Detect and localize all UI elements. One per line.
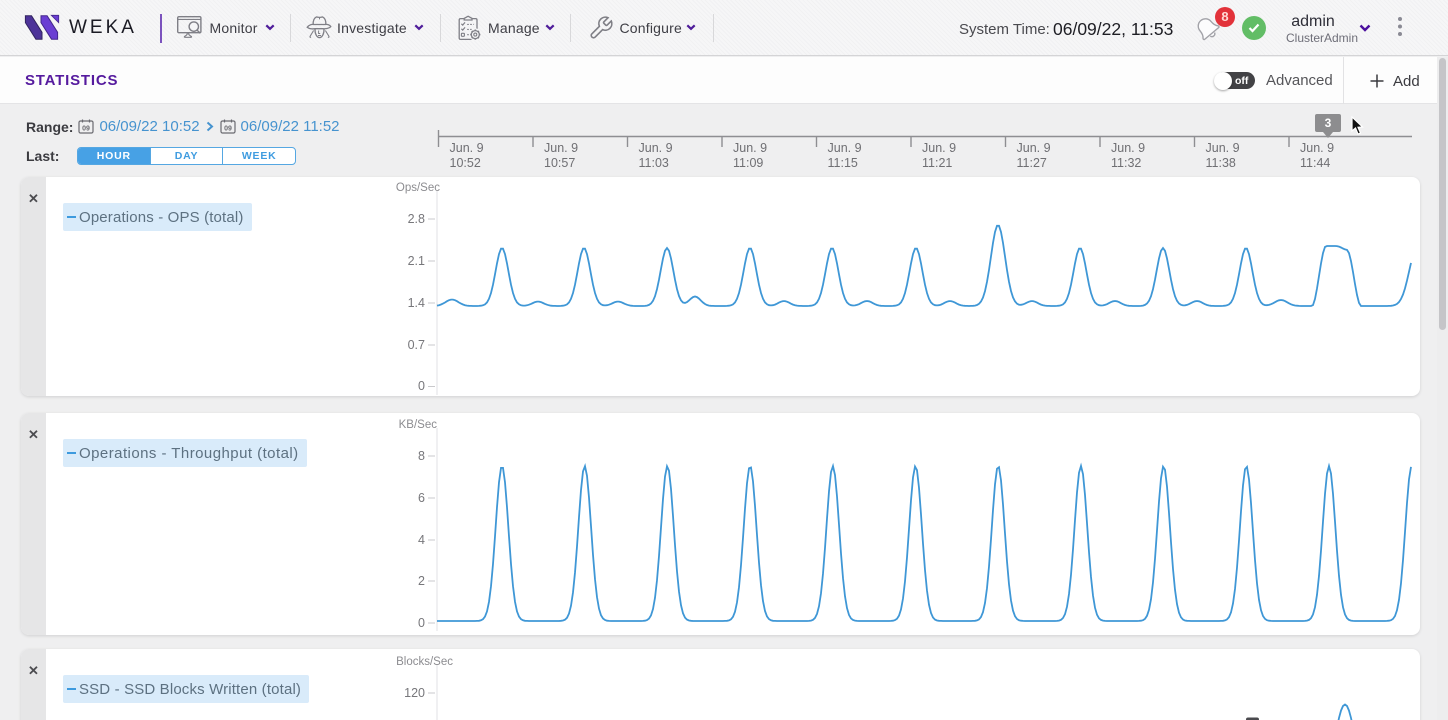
svg-text:Jun. 9: Jun. 9: [1111, 141, 1145, 155]
svg-text:Jun. 9: Jun. 9: [1300, 141, 1334, 155]
svg-text:10:57: 10:57: [544, 156, 575, 170]
svg-text:Jun. 9: Jun. 9: [639, 141, 673, 155]
svg-text:0: 0: [418, 616, 425, 630]
svg-text:Jun. 9: Jun. 9: [1206, 141, 1240, 155]
svg-text:Ops/Sec: Ops/Sec: [396, 182, 440, 194]
svg-text:11:21: 11:21: [922, 156, 952, 170]
svg-text:120: 120: [404, 686, 425, 700]
svg-text:2: 2: [418, 574, 425, 588]
svg-text:10:52: 10:52: [450, 156, 481, 170]
svg-text:11:32: 11:32: [1111, 156, 1141, 170]
svg-text:11:15: 11:15: [828, 156, 858, 170]
svg-text:11:03: 11:03: [639, 156, 669, 170]
svg-text:Jun. 9: Jun. 9: [922, 141, 956, 155]
svg-text:8: 8: [418, 449, 425, 463]
svg-text:KB/Sec: KB/Sec: [399, 419, 438, 431]
svg-text:Jun. 9: Jun. 9: [828, 141, 862, 155]
svg-text:0.7: 0.7: [408, 338, 425, 352]
svg-text:Jun. 9: Jun. 9: [544, 141, 578, 155]
svg-text:Jun. 9: Jun. 9: [733, 141, 767, 155]
svg-text:0: 0: [418, 379, 425, 393]
svg-text:11:27: 11:27: [1017, 156, 1047, 170]
svg-text:11:44: 11:44: [1300, 156, 1330, 170]
svg-text:2.8: 2.8: [408, 212, 425, 226]
svg-text:4: 4: [418, 533, 425, 547]
svg-text:1.4: 1.4: [408, 296, 425, 310]
svg-text:11:09: 11:09: [733, 156, 763, 170]
svg-text:11:38: 11:38: [1206, 156, 1236, 170]
svg-text:Jun. 9: Jun. 9: [450, 141, 484, 155]
svg-text:2.1: 2.1: [408, 254, 425, 268]
svg-text:6: 6: [418, 491, 425, 505]
svg-text:Jun. 9: Jun. 9: [1017, 141, 1051, 155]
svg-text:Blocks/Sec: Blocks/Sec: [396, 656, 453, 668]
